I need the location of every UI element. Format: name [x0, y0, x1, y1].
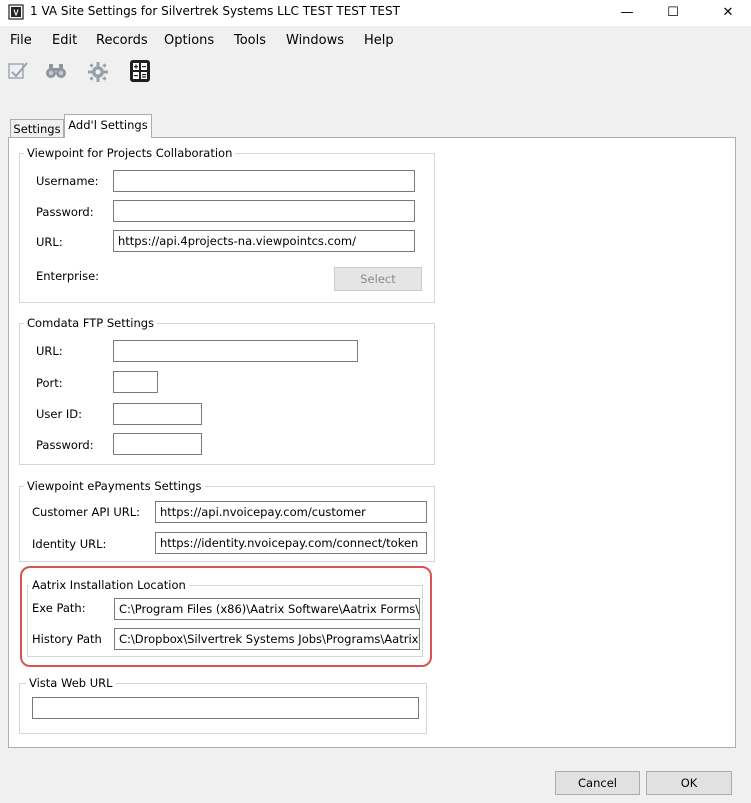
identity-url-label: Identity URL:	[32, 537, 107, 551]
vista-web-url-field[interactable]	[32, 697, 419, 719]
customer-api-label: Customer API URL:	[32, 505, 141, 519]
group-title-aatrix: Aatrix Installation Location	[29, 578, 189, 592]
group-title-vista-web: Vista Web URL	[26, 676, 116, 690]
gear-icon[interactable]	[86, 58, 110, 84]
userid-label: User ID:	[36, 407, 82, 421]
userid-field[interactable]	[113, 403, 202, 425]
enterprise-label: Enterprise:	[36, 269, 100, 283]
port-field[interactable]	[113, 371, 158, 393]
username-label: Username:	[36, 174, 99, 188]
title-bar: V 1 VA Site Settings for Silvertrek Syst…	[0, 0, 751, 26]
maximize-button[interactable]: ☐	[650, 0, 696, 26]
tab-settings[interactable]: Settings	[10, 119, 64, 139]
history-path-field[interactable]: C:\Dropbox\Silvertrek Systems Jobs\Progr…	[114, 628, 420, 650]
port-label: Port:	[36, 376, 63, 390]
group-title-viewpoint-projects: Viewpoint for Projects Collaboration	[24, 146, 236, 160]
binoculars-icon[interactable]	[44, 58, 68, 84]
close-button[interactable]: ✕	[705, 0, 751, 26]
identity-url-field[interactable]: https://identity.nvoicepay.com/connect/t…	[155, 532, 427, 554]
menu-file[interactable]: File	[10, 30, 32, 52]
username-field[interactable]	[113, 170, 415, 192]
group-title-comdata-ftp: Comdata FTP Settings	[24, 316, 158, 330]
customer-api-field[interactable]: https://api.nvoicepay.com/customer	[155, 501, 427, 523]
svg-text:V: V	[13, 9, 19, 18]
calculator-icon[interactable]	[128, 58, 152, 84]
history-path-label: History Path	[32, 632, 102, 646]
url-label: URL:	[36, 235, 63, 249]
minimize-button[interactable]: —	[604, 0, 650, 26]
ftp-password-label: Password:	[36, 438, 94, 452]
app-icon: V	[8, 4, 24, 20]
exe-path-label: Exe Path:	[32, 601, 86, 615]
ftp-url-field[interactable]	[113, 340, 358, 362]
menu-help[interactable]: Help	[364, 30, 394, 52]
select-button[interactable]: Select	[334, 267, 422, 291]
ftp-password-field[interactable]	[113, 433, 202, 455]
menu-tools[interactable]: Tools	[234, 30, 266, 52]
url-field[interactable]: https://api.4projects-na.viewpointcs.com…	[113, 230, 415, 252]
tab-addl-settings[interactable]: Add'l Settings	[64, 114, 152, 138]
password-label: Password:	[36, 205, 94, 219]
toolbar	[0, 58, 751, 88]
ftp-url-label: URL:	[36, 344, 63, 358]
exe-path-field[interactable]: C:\Program Files (x86)\Aatrix Software\A…	[114, 598, 420, 620]
menu-options[interactable]: Options	[164, 30, 214, 52]
group-title-epayments: Viewpoint ePayments Settings	[24, 479, 205, 493]
ok-button[interactable]: OK	[646, 771, 732, 795]
menu-records[interactable]: Records	[96, 30, 148, 52]
password-field[interactable]	[113, 200, 415, 222]
window-title: 1 VA Site Settings for Silvertrek System…	[30, 4, 400, 18]
menu-edit[interactable]: Edit	[52, 30, 77, 52]
edit-check-icon[interactable]	[6, 58, 30, 84]
cancel-button[interactable]: Cancel	[555, 771, 640, 795]
menu-windows[interactable]: Windows	[286, 30, 344, 52]
menu-bar: File Edit Records Options Tools Windows …	[0, 30, 751, 52]
